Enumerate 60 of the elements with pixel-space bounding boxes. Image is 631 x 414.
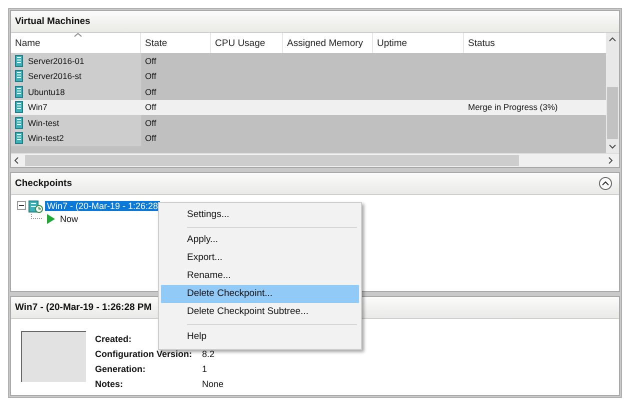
server-icon xyxy=(15,86,23,98)
table-row[interactable]: Win-test Off xyxy=(11,115,606,130)
server-icon xyxy=(15,101,23,114)
menu-item[interactable]: Delete Checkpoint... xyxy=(161,285,359,303)
server-icon xyxy=(15,132,23,144)
column-header[interactable]: State xyxy=(141,33,211,53)
checkpoint-icon xyxy=(28,198,43,213)
server-icon xyxy=(15,70,23,82)
table-row[interactable]: Server2016-st Off xyxy=(11,68,606,84)
thumbnail-placeholder xyxy=(21,331,86,382)
tree-item[interactable]: Win7 - (20-Mar-19 - 1:26:28 xyxy=(45,200,160,210)
panel-header: Checkpoints xyxy=(15,178,72,189)
menu-item[interactable]: Export... xyxy=(161,249,359,267)
table-cell: Off xyxy=(145,102,156,112)
property-label: Notes: xyxy=(95,379,124,389)
table-row[interactable]: Win-test2 Off xyxy=(11,130,606,146)
property-value: 1 xyxy=(202,364,208,374)
column-header[interactable]: Status xyxy=(464,33,606,53)
menu-item[interactable]: Settings... xyxy=(161,206,359,224)
table-cell: Win7 xyxy=(28,102,48,112)
collapse-button[interactable] xyxy=(599,177,612,190)
vertical-scrollbar[interactable] xyxy=(606,33,619,153)
table-cell: Off xyxy=(145,71,156,82)
column-header[interactable]: Uptime xyxy=(373,33,464,53)
property-label: Created: xyxy=(95,334,132,344)
scroll-right-icon xyxy=(608,157,613,164)
menu-item[interactable]: Help xyxy=(161,328,359,346)
server-icon xyxy=(15,116,23,129)
play-icon xyxy=(45,212,56,224)
server-icon xyxy=(15,54,23,67)
property-label: Configuration Version: xyxy=(95,349,192,359)
scroll-left-icon xyxy=(14,157,19,164)
table-row[interactable]: Ubuntu18 Off xyxy=(11,84,606,100)
expander-icon xyxy=(17,201,26,210)
property-label: Generation: xyxy=(95,364,146,374)
table-cell: Merge in Progress (3%) xyxy=(468,102,558,112)
table-cell: Ubuntu18 xyxy=(28,86,65,97)
table-row[interactable]: Win7 Off Merge in Progress (3%) xyxy=(11,100,606,115)
menu-item[interactable]: Rename... xyxy=(161,267,359,285)
scroll-up-icon xyxy=(609,37,616,42)
table-cell: Off xyxy=(145,133,156,144)
menu-item[interactable]: Delete Checkpoint Subtree... xyxy=(161,303,359,321)
chevron-icon xyxy=(602,181,609,186)
property-value: None xyxy=(202,379,224,389)
table-cell: Server2016-st xyxy=(28,71,82,82)
table-cell: Win-test xyxy=(28,118,60,128)
tree-item[interactable]: Now xyxy=(58,214,80,224)
table-cell: Off xyxy=(145,86,156,97)
scroll-down-icon xyxy=(609,144,616,149)
column-header[interactable]: Assigned Memory xyxy=(283,33,373,53)
column-header[interactable]: CPU Usage xyxy=(211,33,283,53)
table-row[interactable]: Server2016-01 Off xyxy=(11,53,606,68)
horizontal-scrollbar[interactable] xyxy=(11,153,619,167)
table-cell: Win-test2 xyxy=(28,133,64,144)
table-cell: Off xyxy=(145,118,156,128)
table-cell: Server2016-01 xyxy=(28,56,84,66)
property-value: 8.2 xyxy=(202,349,215,359)
menu-item[interactable]: Apply... xyxy=(161,231,359,249)
panel-header: Virtual Machines xyxy=(11,11,619,33)
table-cell: Off xyxy=(145,56,156,66)
